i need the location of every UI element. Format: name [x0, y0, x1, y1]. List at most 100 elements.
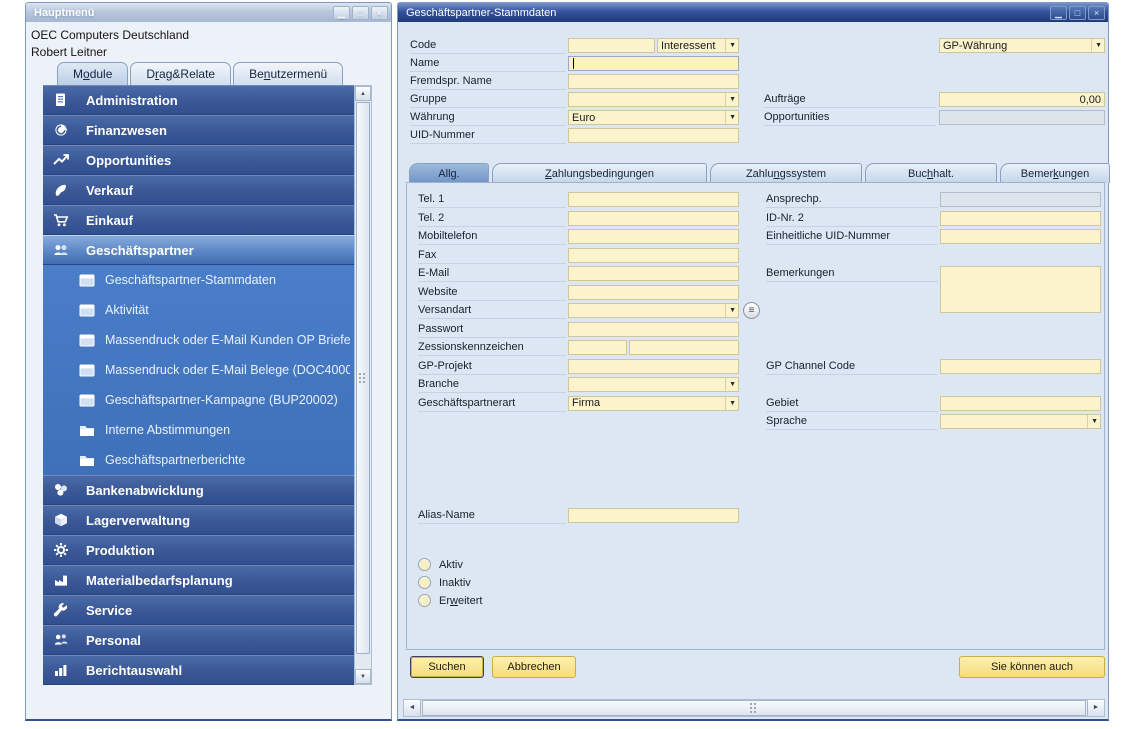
currency-dropdown[interactable]: Euro ▼ [568, 110, 739, 125]
versandart-dropdown[interactable]: ▼ [568, 303, 739, 318]
menu-item-administration[interactable]: Administration [43, 85, 354, 115]
code-type-dropdown[interactable]: Interessent ▼ [657, 38, 739, 53]
menu-item-personal[interactable]: Personal [43, 625, 354, 655]
menu-item-materialbedarfsplanung[interactable]: Materialbedarfsplanung [43, 565, 354, 595]
search-button[interactable]: Suchen [410, 656, 484, 678]
sprache-dropdown[interactable]: ▼ [940, 414, 1101, 429]
branche-dropdown[interactable]: ▼ [568, 377, 739, 392]
menu-item-verkauf[interactable]: Verkauf [43, 175, 354, 205]
submenu-item-massendruck-oder-e-mail-belege-doc40002[interactable]: Massendruck oder E-Mail Belege (DOC40002… [43, 355, 354, 385]
window-controls: ▁ □ × [1050, 6, 1105, 20]
group-dropdown[interactable]: ▼ [568, 92, 739, 107]
main-menu-title: Hauptmenü [34, 7, 95, 19]
menu-item-finanzwesen[interactable]: Finanzwesen [43, 115, 354, 145]
horizontal-scrollbar[interactable]: ◄ ► [403, 699, 1105, 717]
menu-item-produktion[interactable]: Produktion [43, 535, 354, 565]
menu-item-lagerverwaltung[interactable]: Lagerverwaltung [43, 505, 354, 535]
scroll-right-icon[interactable]: ► [1087, 700, 1104, 716]
radio-erweitert-label: Erweitert [439, 595, 482, 607]
geschäftspartnerart-dropdown[interactable]: Firma▼ [568, 396, 739, 411]
radio-erweitert[interactable] [418, 594, 431, 607]
radio-inaktiv[interactable] [418, 576, 431, 589]
gebiet-input[interactable] [940, 396, 1101, 411]
einheitliche-uid-nummer-input[interactable] [940, 229, 1101, 244]
id-nr-2-input[interactable] [940, 211, 1101, 226]
menu-item-einkauf[interactable]: Einkauf [43, 205, 354, 235]
business-partner-window: Geschäftspartner-Stammdaten ▁ □ × Code I… [397, 2, 1109, 721]
tab-zahlungssystem[interactable]: Zahlungssystem [710, 163, 862, 183]
menu-scrollbar[interactable]: ▲ ▼ [354, 85, 372, 685]
website-input[interactable] [568, 285, 739, 300]
submenu-item-interne-abstimmungen[interactable]: Interne Abstimmungen [43, 415, 354, 445]
submenu-item-geschäftspartner-stammdaten[interactable]: Geschäftspartner-Stammdaten [43, 265, 354, 295]
zessionskennzeichen-input-2[interactable] [629, 340, 739, 355]
submenu-item-massendruck-oder-e-mail-kunden-op-briefe[interactable]: Massendruck oder E-Mail Kunden OP Briefe [43, 325, 354, 355]
tab-zahlungsbedingungen[interactable]: Zahlungsbedingungen [492, 163, 707, 183]
uid-number-input[interactable] [568, 128, 739, 143]
foreign-name-input[interactable] [568, 74, 739, 89]
tab-benutzermenu[interactable]: Benutzermenü [233, 62, 343, 85]
menu-item-label: Berichtauswahl [86, 663, 182, 678]
main-menu-titlebar[interactable]: Hauptmenü ▁ □ × [26, 3, 391, 22]
submenu-item-geschäftspartnerberichte[interactable]: Geschäftspartnerberichte [43, 445, 354, 475]
menu-item-geschäftspartner[interactable]: Geschäftspartner [43, 235, 354, 265]
minimize-icon[interactable]: ▁ [1050, 6, 1067, 20]
menu-item-label: Finanzwesen [86, 123, 167, 138]
wrench-icon [53, 602, 73, 618]
text-caret [573, 58, 574, 69]
versandart-list-button[interactable]: ≡ [743, 302, 760, 319]
close-icon[interactable]: × [1088, 6, 1105, 20]
tab-bemerkungen[interactable]: Bemerkungen [1000, 163, 1110, 183]
scroll-down-icon[interactable]: ▼ [355, 669, 371, 684]
alias-name-input[interactable] [568, 508, 739, 523]
zessionskennzeichen-input-1[interactable] [568, 340, 627, 355]
maximize-icon[interactable]: □ [352, 6, 369, 20]
bemerkungen-label: Bemerkungen [766, 267, 938, 282]
versandart-label: Versandart [418, 304, 566, 319]
code-input[interactable] [568, 38, 655, 53]
hscrollbar-thumb[interactable] [422, 700, 1086, 716]
e-mail-input[interactable] [568, 266, 739, 281]
tab-buchhalt[interactable]: Buchhalt. [865, 163, 997, 183]
gp-channel-code-input[interactable] [940, 359, 1101, 374]
menu-item-bankenabwicklung[interactable]: Bankenabwicklung [43, 475, 354, 505]
ansprechp-label: Ansprechp. [766, 193, 938, 208]
radio-aktiv[interactable] [418, 558, 431, 571]
passwort-input[interactable] [568, 322, 739, 337]
main-menu-content: OEC Computers Deutschland Robert Leitner… [26, 22, 391, 719]
code-label: Code [410, 39, 566, 54]
box-icon [53, 512, 73, 528]
tab-allg[interactable]: Allg. [409, 163, 489, 183]
mrp-icon [53, 572, 73, 588]
radio-aktiv-label: Aktiv [439, 559, 463, 571]
scrollbar-thumb[interactable] [356, 102, 370, 654]
menu-item-opportunities[interactable]: Opportunities [43, 145, 354, 175]
cancel-button[interactable]: Abbrechen [492, 656, 576, 678]
scroll-up-icon[interactable]: ▲ [355, 86, 371, 101]
fax-input[interactable] [568, 248, 739, 263]
mobiltelefon-input[interactable] [568, 229, 739, 244]
bemerkungen-textarea[interactable] [940, 266, 1101, 313]
menu-item-label: Verkauf [86, 183, 133, 198]
gp-projekt-input[interactable] [568, 359, 739, 374]
minimize-icon[interactable]: ▁ [333, 6, 350, 20]
chevron-down-icon: ▼ [725, 111, 736, 124]
name-input[interactable] [568, 56, 739, 71]
gebiet-label: Gebiet [766, 397, 938, 412]
tab-module[interactable]: Module [57, 62, 128, 85]
tel-2-input[interactable] [568, 211, 739, 226]
orders-field[interactable] [939, 92, 1105, 107]
form-icon [79, 364, 95, 377]
you-can-also-button[interactable]: Sie können auch [959, 656, 1105, 678]
tel-1-input[interactable] [568, 192, 739, 207]
close-icon[interactable]: × [371, 6, 388, 20]
scroll-left-icon[interactable]: ◄ [404, 700, 421, 716]
gp-currency-dropdown[interactable]: GP-Währung ▼ [939, 38, 1105, 53]
tab-drag-relate[interactable]: Drag&Relate [130, 62, 231, 85]
bp-titlebar[interactable]: Geschäftspartner-Stammdaten ▁ □ × [398, 3, 1108, 22]
maximize-icon[interactable]: □ [1069, 6, 1086, 20]
menu-item-berichtauswahl[interactable]: Berichtauswahl [43, 655, 354, 685]
menu-item-service[interactable]: Service [43, 595, 354, 625]
submenu-item-geschäftspartner-kampagne-bup20002[interactable]: Geschäftspartner-Kampagne (BUP20002) [43, 385, 354, 415]
submenu-item-aktivität[interactable]: Aktivität [43, 295, 354, 325]
